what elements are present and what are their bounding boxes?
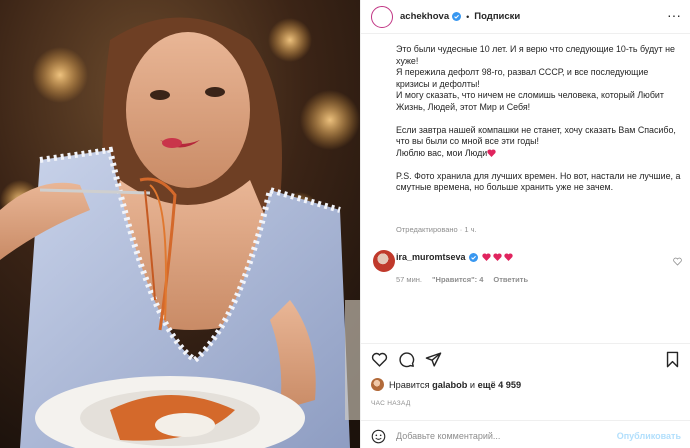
verified-icon — [468, 252, 478, 262]
likes-count[interactable]: ещё 4 959 — [478, 380, 522, 390]
post-time-ago: ЧАС НАЗАД — [371, 400, 411, 407]
heart-icon[interactable] — [371, 351, 388, 368]
likes-prefix: Нравится — [389, 379, 430, 390]
likes-summary: Нравится galabob и ещё 4 959 — [371, 378, 521, 391]
comment-line: ira_muromtseva — [396, 252, 513, 262]
header-separator: • — [466, 11, 470, 22]
comment-likes[interactable]: "Нравится": 4 — [432, 275, 483, 284]
verified-icon — [452, 12, 462, 21]
comment-time: 57 мин. — [396, 275, 422, 284]
heart-emoji-icon — [481, 253, 491, 261]
add-comment-bar: Добавьте комментарий... Опубликовать — [361, 424, 690, 448]
emoji-icon[interactable] — [371, 429, 386, 444]
comment-hearts — [481, 253, 513, 261]
caption-paragraph-3: P.S. Фото хранила для лучших времен. Но … — [396, 170, 681, 193]
heart-emoji-icon — [487, 148, 496, 157]
bookmark-icon[interactable] — [665, 351, 680, 368]
author-avatar[interactable] — [371, 5, 393, 28]
author-username[interactable]: achekhova — [400, 11, 449, 22]
comment-like-heart-icon[interactable] — [673, 257, 682, 266]
caption-edited-time: Отредактировано · 1 ч. — [396, 225, 477, 234]
post-header: achekhova • Подписки ··· — [361, 0, 690, 34]
comment-avatar[interactable] — [373, 250, 395, 272]
post-photo-image — [0, 0, 360, 448]
post-actions — [371, 351, 442, 368]
divider — [361, 420, 690, 421]
caption-paragraph-2: Если завтра нашей компашки не станет, хо… — [396, 125, 684, 160]
post-photo[interactable] — [0, 0, 360, 448]
comment-username[interactable]: ira_muromtseva — [396, 252, 466, 262]
divider — [361, 343, 690, 344]
liker-avatar[interactable] — [371, 378, 384, 391]
post-caption: Это были чудесные 10 лет. И я верю что с… — [396, 44, 684, 194]
more-icon[interactable]: ··· — [667, 8, 681, 22]
following-button[interactable]: Подписки — [474, 11, 520, 22]
publish-button[interactable]: Опубликовать — [617, 431, 681, 441]
comment-icon[interactable] — [398, 351, 415, 368]
liker-username[interactable]: galabob — [432, 380, 467, 390]
heart-emoji-icon — [492, 253, 502, 261]
post-modal: achekhova • Подписки ··· Это были чудесн… — [0, 0, 690, 448]
comment-input[interactable]: Добавьте комментарий... — [396, 431, 617, 441]
caption-paragraph-2-text: Если завтра нашей компашки не станет, хо… — [396, 124, 676, 158]
heart-emoji-icon — [503, 253, 513, 261]
caption-paragraph-1: Это были чудесные 10 лет. И я верю что с… — [396, 44, 675, 112]
post-sidebar: achekhova • Подписки ··· Это были чудесн… — [360, 0, 690, 448]
share-icon[interactable] — [425, 351, 442, 368]
likes-connector: и — [469, 379, 476, 390]
comment-meta: 57 мин. "Нравится": 4 Ответить — [396, 275, 528, 284]
comment-reply-button[interactable]: Ответить — [493, 275, 528, 284]
